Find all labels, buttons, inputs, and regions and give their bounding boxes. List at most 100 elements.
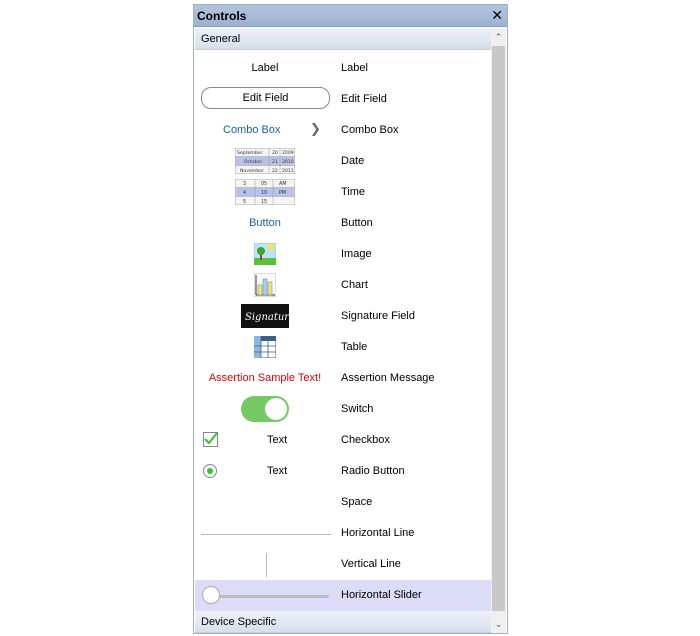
vertical-line-preview bbox=[195, 549, 335, 580]
date-preview-cell: 2011 bbox=[282, 168, 294, 174]
item-label: Assertion Message bbox=[341, 372, 435, 384]
group-header-label: General bbox=[201, 33, 241, 45]
controls-panel: Controls ✕ General Label Label Edit Fiel… bbox=[193, 4, 508, 634]
slider-knob-icon bbox=[202, 586, 220, 604]
item-label: Signature Field bbox=[341, 310, 415, 322]
date-preview-cell: 21 bbox=[272, 159, 278, 165]
button-preview-text: Button bbox=[249, 217, 281, 229]
toggle-switch-icon bbox=[241, 396, 289, 422]
edit-field-preview-box: Edit Field bbox=[201, 87, 330, 109]
switch-preview bbox=[195, 394, 335, 425]
group-header-label: Device Specific bbox=[201, 616, 277, 628]
table-icon bbox=[195, 332, 335, 363]
list-item-switch[interactable]: Switch bbox=[195, 394, 491, 425]
list-item-checkbox[interactable]: Text Checkbox bbox=[195, 425, 491, 456]
radio-preview-text: Text bbox=[267, 465, 288, 477]
slider-preview bbox=[195, 580, 335, 611]
date-preview-cell: 22 bbox=[272, 168, 278, 174]
panel-titlebar: Controls ✕ bbox=[194, 5, 507, 27]
list-item-space[interactable]: Space bbox=[195, 487, 491, 518]
checkbox-preview: Text bbox=[195, 425, 335, 456]
item-label: Space bbox=[341, 496, 373, 508]
checkbox-preview-text: Text bbox=[267, 434, 288, 446]
panel-title: Controls bbox=[197, 9, 247, 23]
switch-knob bbox=[265, 398, 287, 420]
list-item-date[interactable]: September 20 2009 October 21 2010 Novemb… bbox=[195, 146, 491, 177]
controls-list: Label Label Edit Field Edit Field Combo … bbox=[195, 53, 491, 611]
list-item-horizontal-line[interactable]: Horizontal Line bbox=[195, 518, 491, 549]
item-label: Label bbox=[341, 62, 368, 74]
item-label: Table bbox=[341, 341, 368, 353]
item-label: Chart bbox=[341, 279, 368, 291]
chart-icon bbox=[195, 270, 335, 301]
item-label: Radio Button bbox=[341, 465, 405, 477]
item-label: Checkbox bbox=[341, 434, 390, 446]
time-preview-cell: 3 bbox=[243, 181, 246, 187]
item-label: Switch bbox=[341, 403, 374, 415]
label-preview-text: Label bbox=[251, 62, 279, 74]
space-preview bbox=[195, 487, 335, 518]
item-label: Time bbox=[341, 186, 366, 198]
item-label: Button bbox=[341, 217, 373, 229]
vertical-line-icon bbox=[266, 553, 267, 577]
list-item-vertical-line[interactable]: Vertical Line bbox=[195, 549, 491, 580]
date-picker-icon: September 20 2009 October 21 2010 Novemb… bbox=[195, 146, 335, 177]
slider-track-icon bbox=[207, 595, 329, 598]
combo-box-preview: Combo Box ❯ bbox=[195, 115, 335, 146]
close-icon[interactable]: ✕ bbox=[491, 7, 503, 23]
assertion-preview: Assertion Sample Text! bbox=[195, 363, 335, 394]
scroll-up-icon[interactable]: ⌃ bbox=[491, 30, 506, 44]
item-label: Date bbox=[341, 155, 365, 167]
scroll-down-icon[interactable]: ⌄ bbox=[491, 617, 506, 631]
list-item-radio-button[interactable]: Text Radio Button bbox=[195, 456, 491, 487]
chevron-right-icon: ❯ bbox=[310, 121, 321, 136]
list-item-signature-field[interactable]: Signature Signature Field bbox=[195, 301, 491, 332]
time-preview-cell: 4 bbox=[243, 190, 246, 196]
item-label: Vertical Line bbox=[341, 558, 401, 570]
image-icon bbox=[195, 239, 335, 270]
item-label: Image bbox=[341, 248, 372, 260]
date-preview-cell: November bbox=[240, 168, 264, 174]
radio-preview: Text bbox=[195, 456, 335, 487]
list-item-chart[interactable]: Chart bbox=[195, 270, 491, 301]
time-preview-cell: 05 bbox=[261, 181, 267, 187]
list-item-horizontal-slider[interactable]: Horizontal Slider bbox=[195, 580, 491, 611]
item-label: Edit Field bbox=[341, 93, 387, 105]
list-item-time[interactable]: 3 05 AM 4 10 PM 5 15 Time bbox=[195, 177, 491, 208]
edit-field-preview: Edit Field bbox=[195, 84, 335, 115]
group-header-general[interactable]: General bbox=[195, 28, 491, 50]
item-label: Combo Box bbox=[341, 124, 399, 136]
list-item-button[interactable]: Button Button bbox=[195, 208, 491, 239]
horizontal-line-preview bbox=[195, 518, 335, 549]
button-preview: Button bbox=[195, 208, 335, 239]
signature-icon: Signature bbox=[195, 301, 335, 332]
vertical-scrollbar[interactable]: ⌃ ⌄ bbox=[491, 28, 506, 633]
scroll-thumb[interactable] bbox=[492, 46, 505, 611]
combo-box-preview-text: Combo Box bbox=[223, 124, 281, 136]
list-item-image[interactable]: Image bbox=[195, 239, 491, 270]
signature-preview-text: Signature bbox=[245, 312, 289, 323]
time-preview-cell: 5 bbox=[243, 199, 246, 205]
list-item-combo-box[interactable]: Combo Box ❯ Combo Box bbox=[195, 115, 491, 146]
horizontal-line-icon bbox=[201, 534, 331, 535]
list-item-edit-field[interactable]: Edit Field Edit Field bbox=[195, 84, 491, 115]
date-preview-cell: October bbox=[244, 159, 262, 165]
time-preview-cell: PM bbox=[279, 190, 286, 196]
date-preview-cell: September bbox=[237, 150, 263, 156]
radio-dot bbox=[207, 468, 213, 474]
time-preview-cell: 15 bbox=[261, 199, 267, 205]
date-preview-cell: 2010 bbox=[282, 159, 294, 165]
list-item-label[interactable]: Label Label bbox=[195, 53, 491, 84]
time-picker-icon: 3 05 AM 4 10 PM 5 15 bbox=[195, 177, 335, 208]
time-preview-cell: 10 bbox=[261, 190, 267, 196]
list-item-table[interactable]: Table bbox=[195, 332, 491, 363]
date-preview-cell: 20 bbox=[272, 150, 278, 156]
item-label: Horizontal Slider bbox=[341, 589, 422, 601]
checkbox-checked-icon bbox=[203, 432, 218, 447]
assertion-preview-text: Assertion Sample Text! bbox=[208, 372, 322, 384]
group-header-device-specific[interactable]: Device Specific bbox=[195, 611, 491, 633]
item-label: Horizontal Line bbox=[341, 527, 415, 539]
date-preview-cell: 2009 bbox=[282, 150, 294, 156]
label-preview: Label bbox=[195, 53, 335, 84]
list-item-assertion-message[interactable]: Assertion Sample Text! Assertion Message bbox=[195, 363, 491, 394]
